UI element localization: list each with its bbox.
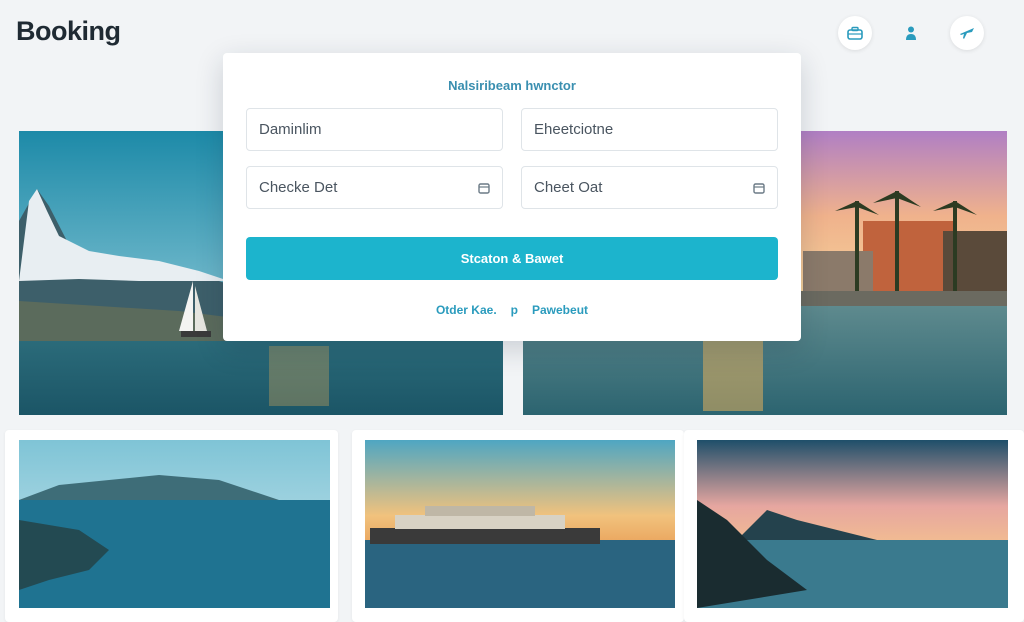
calendar-icon[interactable] [753, 182, 765, 194]
destination-card[interactable] [352, 430, 684, 622]
check-in-field[interactable]: Checke Det [246, 166, 503, 209]
panel-links: Otder Kae. p Pawebeut [223, 303, 801, 317]
calendar-icon[interactable] [478, 182, 490, 194]
check-out-field[interactable]: Cheet Oat [521, 166, 778, 209]
booking-logo[interactable]: Booking [16, 16, 121, 47]
guests-field-text: Eheetciotne [534, 121, 614, 138]
check-out-field-text: Cheet Oat [534, 179, 603, 196]
user-icon[interactable] [894, 16, 928, 50]
booking-search-panel: Nalsiribeam hwnctor Daminlim Eheetciotne… [223, 53, 801, 341]
destination-thumbnail [19, 440, 330, 608]
guests-field[interactable]: Eheetciotne [521, 108, 778, 151]
link-separator: p [510, 303, 518, 317]
link-right[interactable]: Pawebeut [532, 303, 588, 317]
destination-card[interactable] [684, 430, 1024, 622]
suitcase-icon[interactable] [838, 16, 872, 50]
destination-cards [0, 430, 1024, 622]
destination-thumbnail [697, 440, 1008, 608]
destination-card[interactable] [5, 430, 338, 622]
check-in-field-text: Checke Det [259, 179, 338, 196]
destination-thumbnail [365, 440, 675, 608]
search-button[interactable]: Stcaton & Bawet [246, 237, 778, 280]
header-icons [838, 16, 984, 50]
plane-icon[interactable] [950, 16, 984, 50]
destination-field[interactable]: Daminlim [246, 108, 503, 151]
destination-field-text: Daminlim [259, 121, 322, 138]
link-left[interactable]: Otder Kae. [436, 303, 497, 317]
panel-title: Nalsiribeam hwnctor [448, 78, 576, 93]
